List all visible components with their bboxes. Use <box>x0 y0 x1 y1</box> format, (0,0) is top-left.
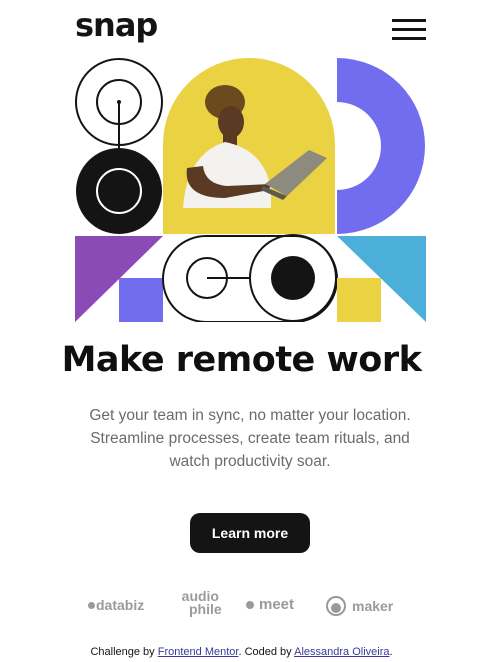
client-logos: databiz audio phile meet maker <box>88 588 398 620</box>
page-title: Make remote work <box>61 340 422 380</box>
site-header: snap <box>0 0 483 56</box>
black-circle-icon <box>76 148 162 234</box>
menu-line <box>392 19 426 22</box>
author-link[interactable]: Alessandra Oliveira <box>294 646 389 658</box>
hamburger-menu-icon[interactable] <box>392 19 426 41</box>
person-photo <box>163 58 335 234</box>
databiz-logo: databiz <box>88 597 144 613</box>
learn-more-button[interactable]: Learn more <box>190 513 310 553</box>
maker-circle-icon <box>326 596 346 616</box>
snap-logo[interactable]: snap <box>75 6 158 44</box>
meet-logo: meet <box>246 596 294 613</box>
menu-line <box>392 37 426 40</box>
meet-dots-icon <box>246 600 254 609</box>
audiophile-logo: audio phile <box>181 588 222 617</box>
menu-line <box>392 28 426 31</box>
pill-shape <box>162 234 338 322</box>
frontend-mentor-link[interactable]: Frontend Mentor <box>158 646 239 658</box>
purple-arc-shape <box>337 58 425 234</box>
attribution-footer: Challenge by Frontend Mentor. Coded by A… <box>90 646 393 658</box>
yellow-square-shape <box>337 278 381 322</box>
hero-illustration <box>75 58 426 322</box>
blue-square-shape <box>119 278 163 322</box>
maker-logo: maker <box>326 596 393 616</box>
dot-icon <box>88 601 95 609</box>
hero-description: Get your team in sync, no matter your lo… <box>89 407 411 470</box>
